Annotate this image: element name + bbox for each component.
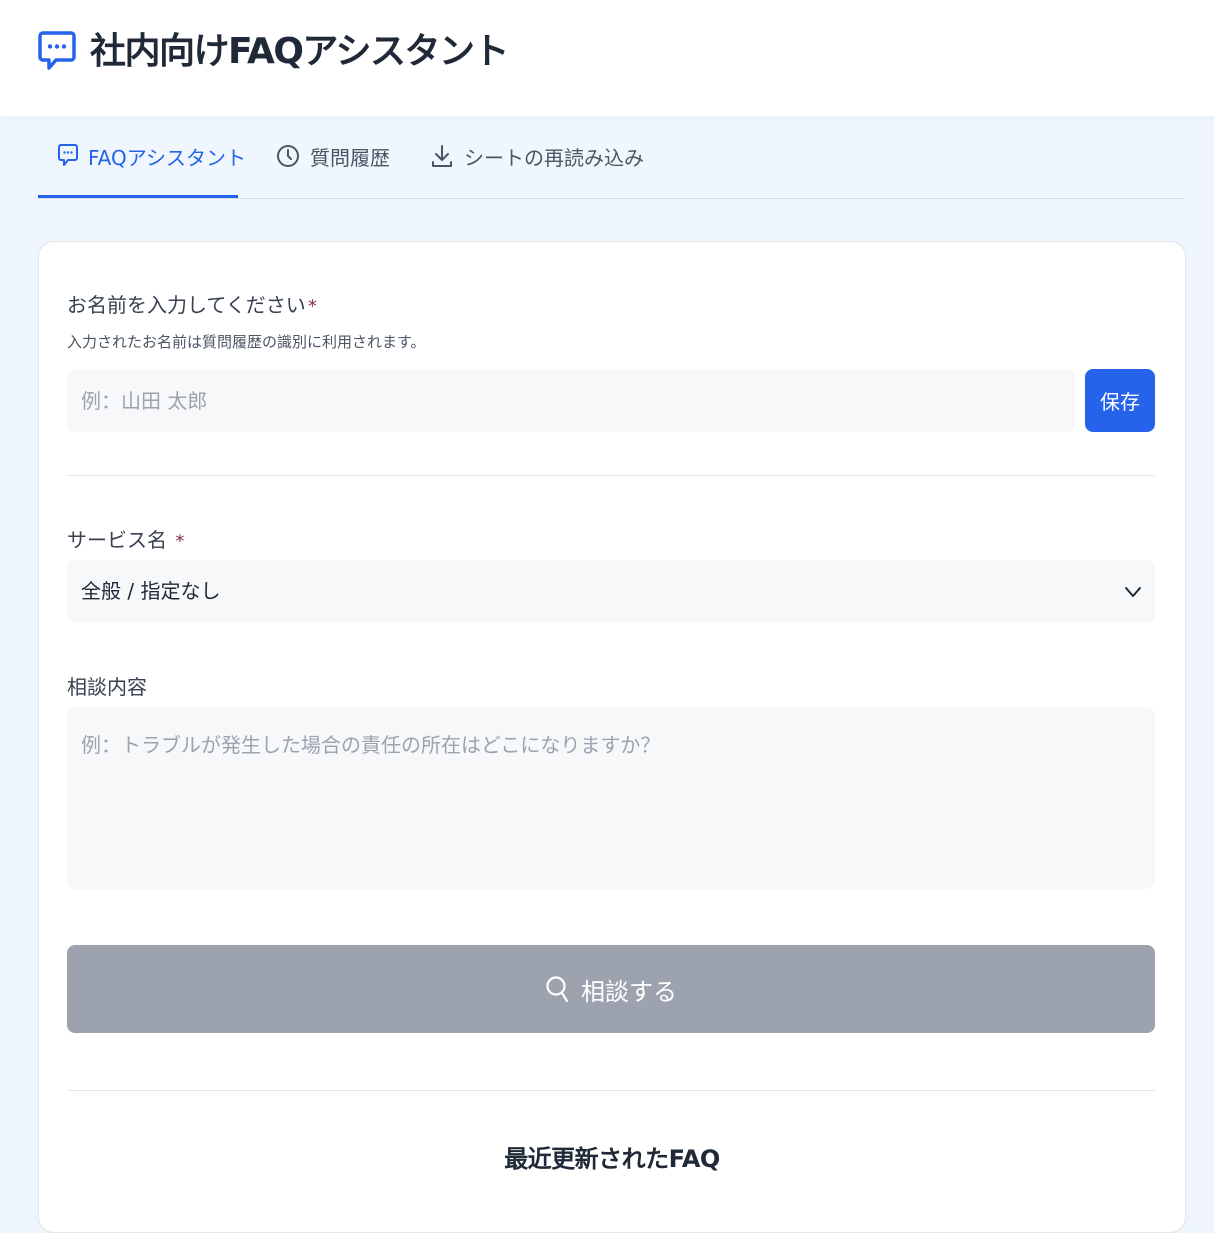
name-field-hint: 入力されたお名前は質問履歴の識別に利用されます。 <box>67 333 426 351</box>
save-button[interactable]: 保存 <box>1085 369 1155 432</box>
app-title: 社内向けFAQアシスタント <box>90 31 510 72</box>
divider <box>67 1090 1155 1091</box>
service-select[interactable]: 全般 / 指定なし <box>67 560 1155 623</box>
consult-submit-button[interactable]: 相談する <box>67 945 1155 1033</box>
app-header: 社内向けFAQアシスタント <box>0 0 1214 116</box>
service-selected-value: 全般 / 指定なし <box>81 579 221 603</box>
required-mark: * <box>175 531 185 552</box>
tab-label: シートの再読み込み <box>464 145 644 170</box>
required-mark: * <box>307 296 317 317</box>
name-field-label: お名前を入力してください * <box>67 289 317 318</box>
chat-bubble-logo-icon <box>38 31 76 70</box>
clock-icon <box>277 145 299 167</box>
download-icon <box>432 145 452 167</box>
faq-form-card: お名前を入力してください* 入力されたお名前は質問履歴の識別に利用されます。 保… <box>38 241 1186 1233</box>
tab-label: FAQアシスタント <box>88 145 246 170</box>
active-tab-indicator <box>38 195 238 198</box>
consult-field-label: 相談内容 <box>67 675 147 699</box>
tab-question-history[interactable]: 質問履歴 <box>276 116 390 196</box>
chevron-down-icon <box>1125 587 1141 597</box>
tab-bar: FAQアシスタント 質問履歴 シートの再読み込み <box>38 116 1184 199</box>
divider <box>67 475 1155 476</box>
tab-label: 質問履歴 <box>310 145 390 170</box>
tab-reload-sheet[interactable]: シートの再読み込み <box>430 116 644 196</box>
service-field-label: サービス名 * <box>67 524 184 553</box>
chat-bubble-icon <box>58 144 78 166</box>
recent-faq-heading: 最近更新されたFAQ <box>504 1145 720 1173</box>
consult-textarea[interactable] <box>67 707 1155 889</box>
name-input[interactable] <box>67 369 1075 432</box>
name-label-text: お名前を入力してください <box>67 293 306 317</box>
service-label-text: サービス名 <box>67 528 167 552</box>
tab-faq-assistant[interactable]: FAQアシスタント <box>38 116 246 198</box>
submit-label: 相談する <box>581 977 677 1006</box>
search-icon <box>546 976 569 1003</box>
